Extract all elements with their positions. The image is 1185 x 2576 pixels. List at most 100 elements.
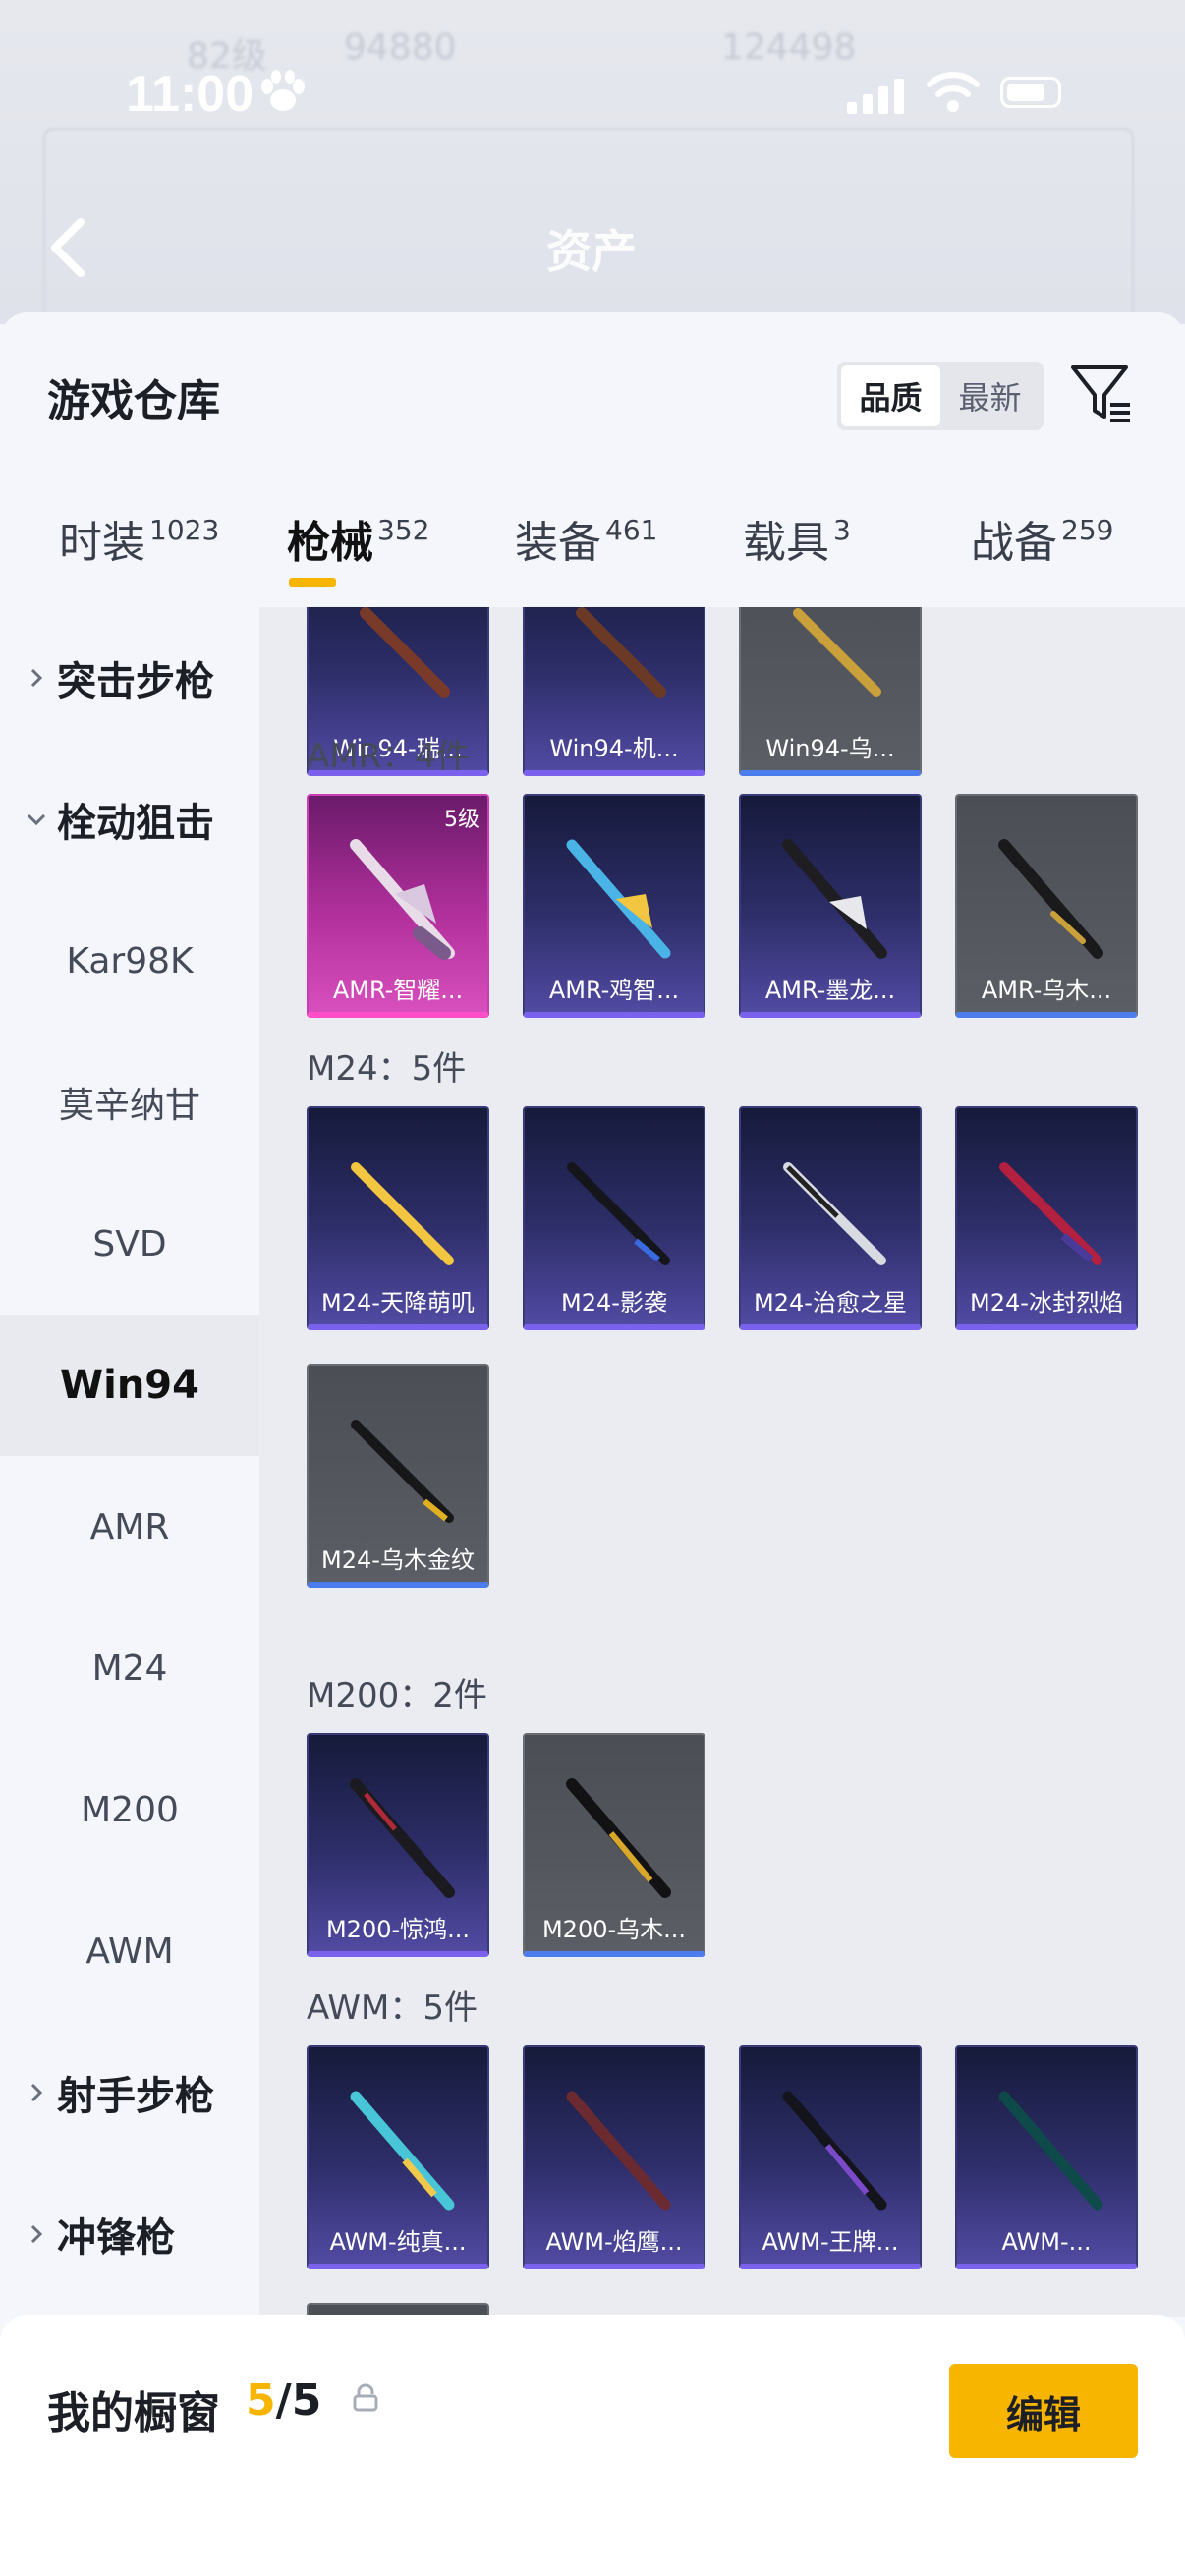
nav-mosin[interactable]: 莫辛纳甘	[0, 1032, 259, 1173]
edit-button[interactable]: 编辑	[949, 2364, 1138, 2458]
nav-bolt-snipers[interactable]: 栓动狙击	[0, 749, 259, 890]
skin-card[interactable]: M24-天降萌叽	[307, 1106, 489, 1330]
nav-label: 栓动狙击	[57, 801, 214, 846]
nav-smg[interactable]: 冲锋枪	[0, 2163, 259, 2305]
nav-win94[interactable]: Win94	[0, 1315, 259, 1456]
nav-label: M200	[81, 1789, 179, 1830]
tab-equipment[interactable]: 装备 461	[515, 507, 657, 570]
skin-card[interactable]: M24-影袭	[523, 1106, 705, 1330]
skin-name: M24-乌木金纹	[321, 1546, 475, 1574]
rifle-icon	[998, 839, 1103, 959]
skin-name: AWM-焰鹰...	[545, 2228, 683, 2256]
tab-label: 枪械	[287, 518, 373, 568]
skin-name: AMR-乌木...	[981, 977, 1112, 1004]
skin-card[interactable]: M200-乌木...	[523, 1733, 705, 1957]
nav-label: 莫辛纳甘	[58, 1086, 200, 1126]
nav-label: AMR	[89, 1506, 170, 1547]
skin-name: Win94-乌...	[765, 735, 895, 762]
section-title-awm: AWM：5件	[307, 1988, 478, 2028]
nav-m200[interactable]: M200	[0, 1739, 259, 1880]
weapon-skin-grid: Win94-瑞... Win94-机... Win94-乌... AMR：4件 …	[259, 607, 1185, 2317]
sheet-title: 游戏仓库	[47, 376, 220, 426]
skin-card[interactable]: AMR-鸡智...	[523, 794, 705, 1018]
rifle-icon	[782, 2091, 887, 2211]
paw-icon	[261, 70, 305, 111]
nav-awm[interactable]: AWM	[0, 1880, 259, 2022]
tab-fashion[interactable]: 时装 1023	[59, 507, 219, 570]
rifle-icon	[360, 607, 450, 698]
chevron-down-icon	[27, 813, 46, 826]
skin-card[interactable]: AWM-纯真...	[307, 2045, 489, 2269]
nav-svd[interactable]: SVD	[0, 1173, 259, 1315]
rifle-icon	[783, 1162, 886, 1265]
sort-newest-option[interactable]: 最新	[940, 365, 1040, 426]
nav-label: Kar98K	[66, 940, 194, 981]
skin-name: AMR-鸡智...	[548, 977, 680, 1004]
skin-name: M24-治愈之星	[754, 1289, 907, 1316]
weapon-type-nav: 突击步枪 栓动狙击 Kar98K 莫辛纳甘 SVD Win94 AMR M24 …	[0, 607, 259, 2317]
skin-name: M24-天降萌叽	[321, 1289, 475, 1316]
wifi-icon	[927, 72, 980, 112]
sort-quality-option[interactable]: 品质	[841, 365, 940, 426]
tab-count: 259	[1061, 514, 1114, 546]
skin-card[interactable]: M200-惊鸿...	[307, 1733, 489, 1957]
skin-card[interactable]: M24-冰封烈焰	[955, 1106, 1138, 1330]
filter-icon[interactable]	[1069, 362, 1134, 426]
back-arrow-icon[interactable]	[45, 216, 88, 279]
active-tab-indicator	[289, 578, 336, 587]
skin-name: M200-乌木...	[541, 1916, 687, 1943]
battery-icon	[1000, 77, 1061, 108]
skin-card[interactable]: Win94-机...	[523, 607, 705, 776]
skin-card[interactable]: AWM-焰鹰...	[523, 2045, 705, 2269]
skin-card[interactable]: AMR-乌木...	[955, 794, 1138, 1018]
tab-label: 装备	[515, 518, 601, 568]
rifle-icon	[998, 2091, 1103, 2211]
rifle-icon	[782, 839, 887, 959]
nav-assault-rifles[interactable]: 突击步枪	[0, 607, 259, 749]
rifle-icon	[566, 2091, 671, 2211]
skin-name: M24-冰封烈焰	[970, 1289, 1123, 1316]
nav-label: AWM	[85, 1931, 174, 1972]
skin-card[interactable]: Win94-乌...	[739, 607, 922, 776]
nav-label: 冲锋枪	[57, 2215, 175, 2261]
skin-card[interactable]: 5级 AMR-智耀...	[307, 794, 489, 1018]
rifle-icon	[350, 2091, 455, 2211]
section-title-m200: M200：2件	[307, 1676, 487, 1715]
sort-toggle: 品质 最新	[837, 362, 1044, 430]
tab-count: 3	[833, 514, 851, 546]
skin-card[interactable]: M24-治愈之星	[739, 1106, 922, 1330]
rifle-icon	[351, 1162, 454, 1265]
rifle-icon	[793, 608, 881, 697]
nav-amr[interactable]: AMR	[0, 1456, 259, 1597]
tab-firearms[interactable]: 枪械 352	[287, 507, 429, 587]
tab-supplies[interactable]: 战备 259	[971, 507, 1113, 570]
skin-name: AMR-智耀...	[332, 977, 464, 1004]
rifle-icon	[566, 839, 671, 959]
lock-icon	[353, 2383, 378, 2412]
section-title-m24: M24：5件	[307, 1049, 467, 1089]
chevron-right-icon	[30, 2224, 43, 2244]
skin-name: AWM-纯真...	[329, 2228, 467, 2256]
skin-card[interactable]: AWM-...	[955, 2045, 1138, 2269]
skin-card[interactable]: AWM-王牌...	[739, 2045, 922, 2269]
showcase-title: 我的橱窗	[47, 2388, 220, 2438]
skin-card[interactable]: M24-乌木金纹	[307, 1364, 489, 1588]
chevron-right-icon	[30, 2083, 43, 2102]
nav-marksman-rifles[interactable]: 射手步枪	[0, 2022, 259, 2163]
section-title-amr: AMR：4件	[307, 737, 470, 776]
status-time: 11:00	[126, 66, 254, 123]
status-bar: 11:00	[0, 57, 1185, 126]
signal-icon	[847, 79, 904, 114]
tab-label: 载具	[743, 518, 829, 568]
skin-name: AWM-...	[1001, 2228, 1092, 2256]
tab-vehicles[interactable]: 载具 3	[743, 507, 851, 570]
skin-name: AMR-墨龙...	[764, 977, 896, 1004]
skin-card[interactable]: AMR-墨龙...	[739, 794, 922, 1018]
showcase-bar: 我的橱窗 5/5 编辑	[0, 2315, 1185, 2576]
nav-label: 射手步枪	[57, 2074, 214, 2119]
background-header: 82级 94880 124498 11:00 资产	[0, 0, 1185, 324]
nav-kar98k[interactable]: Kar98K	[0, 890, 259, 1032]
nav-m24[interactable]: M24	[0, 1597, 259, 1739]
rifle-icon	[351, 1420, 454, 1523]
showcase-count-total: /5	[275, 2376, 322, 2426]
